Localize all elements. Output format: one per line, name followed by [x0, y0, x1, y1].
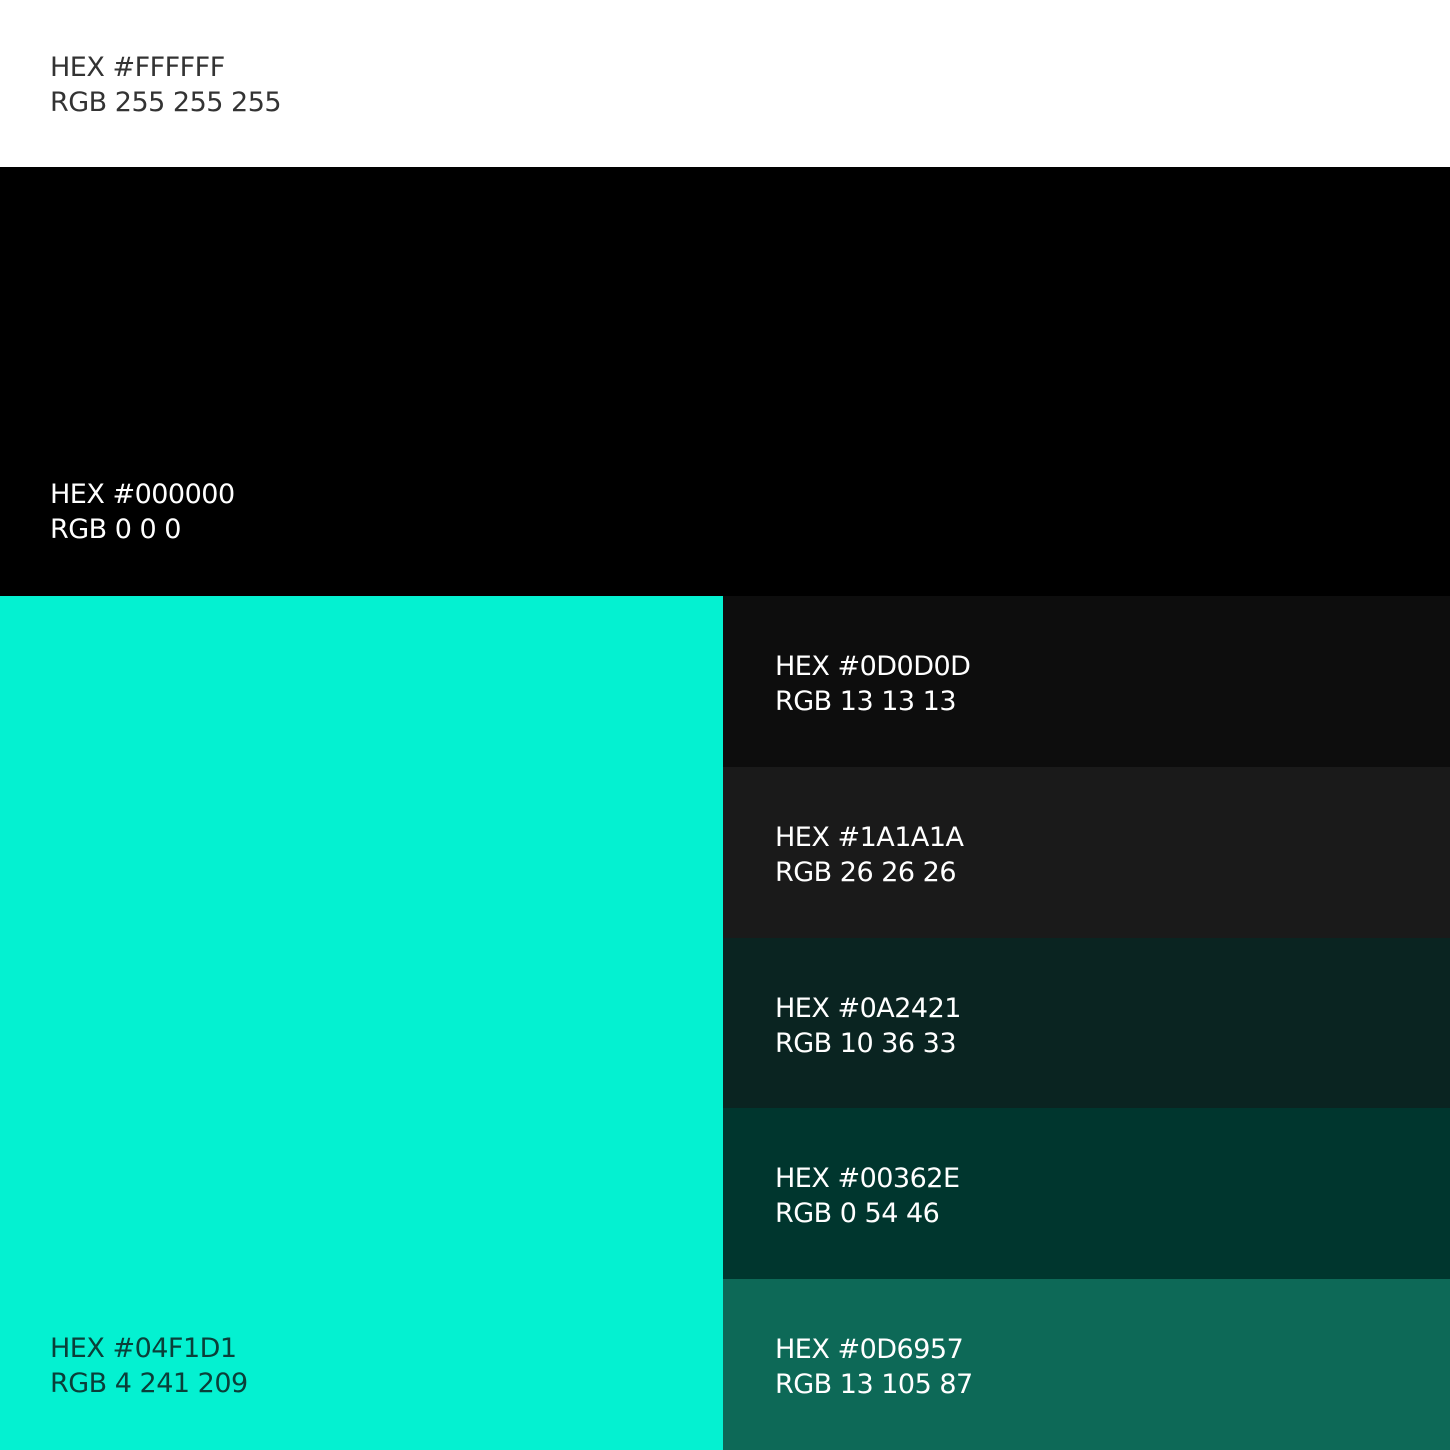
- swatch-cyan: HEX #04F1D1 RGB 4 241 209: [0, 596, 723, 1450]
- swatch-white-label: HEX #FFFFFF RGB 255 255 255: [50, 50, 282, 120]
- swatch-white: HEX #FFFFFF RGB 255 255 255: [0, 0, 1450, 167]
- swatch-0d6957: HEX #0D6957 RGB 13 105 87: [723, 1279, 1450, 1450]
- rgb-value: RGB 4 241 209: [50, 1368, 248, 1399]
- swatch-0d0d0d-label: HEX #0D0D0D RGB 13 13 13: [775, 649, 971, 719]
- rgb-value: RGB 10 36 33: [775, 1028, 957, 1059]
- rgb-value: RGB 13 13 13: [775, 686, 957, 717]
- hex-value: HEX #0D0D0D: [775, 651, 971, 682]
- rgb-value: RGB 0 54 46: [775, 1198, 940, 1229]
- swatch-cyan-label: HEX #04F1D1 RGB 4 241 209: [50, 1331, 248, 1401]
- swatch-0a2421-label: HEX #0A2421 RGB 10 36 33: [775, 991, 961, 1061]
- hex-value: HEX #1A1A1A: [775, 822, 964, 853]
- rgb-value: RGB 255 255 255: [50, 87, 282, 118]
- rgb-value: RGB 0 0 0: [50, 514, 181, 545]
- swatch-black-label: HEX #000000 RGB 0 0 0: [50, 477, 235, 547]
- rgb-value: RGB 13 105 87: [775, 1369, 973, 1400]
- hex-value: HEX #0A2421: [775, 993, 961, 1024]
- hex-value: HEX #0D6957: [775, 1334, 964, 1365]
- swatch-1a1a1a-label: HEX #1A1A1A RGB 26 26 26: [775, 820, 964, 890]
- swatch-0d0d0d: HEX #0D0D0D RGB 13 13 13: [723, 596, 1450, 767]
- swatch-0d6957-label: HEX #0D6957 RGB 13 105 87: [775, 1332, 973, 1402]
- swatch-0a2421: HEX #0A2421 RGB 10 36 33: [723, 938, 1450, 1108]
- swatch-1a1a1a: HEX #1A1A1A RGB 26 26 26: [723, 767, 1450, 938]
- swatch-00362e: HEX #00362E RGB 0 54 46: [723, 1108, 1450, 1279]
- hex-value: HEX #000000: [50, 479, 235, 510]
- hex-value: HEX #FFFFFF: [50, 52, 225, 83]
- hex-value: HEX #04F1D1: [50, 1333, 237, 1364]
- swatch-00362e-label: HEX #00362E RGB 0 54 46: [775, 1161, 960, 1231]
- swatch-black: HEX #000000 RGB 0 0 0: [0, 167, 1450, 596]
- rgb-value: RGB 26 26 26: [775, 857, 957, 888]
- hex-value: HEX #00362E: [775, 1163, 960, 1194]
